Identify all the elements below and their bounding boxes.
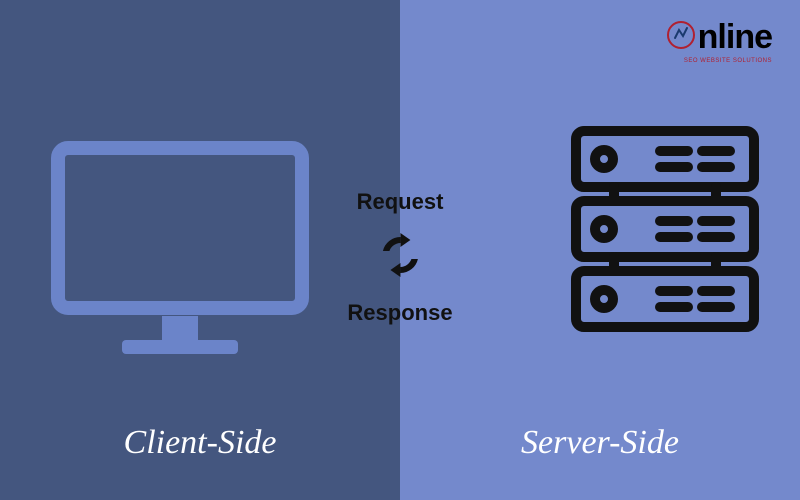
monitor-icon [50,140,310,365]
request-response-group: Request Response [347,175,452,340]
logo-mark-icon [666,20,696,55]
server-side-caption: Server-Side [400,424,800,462]
diagram-container: nline SEO WEBSITE SOLUTIONS [0,0,800,500]
request-label: Request [347,189,452,215]
logo-text: nline [698,18,772,57]
refresh-arrows-icon [347,229,452,286]
brand-logo: nline SEO WEBSITE SOLUTIONS [666,18,772,57]
response-label: Response [347,300,452,326]
logo-tagline: SEO WEBSITE SOLUTIONS [684,58,772,64]
server-stack-icon [570,125,760,340]
client-side-caption: Client-Side [0,424,400,462]
